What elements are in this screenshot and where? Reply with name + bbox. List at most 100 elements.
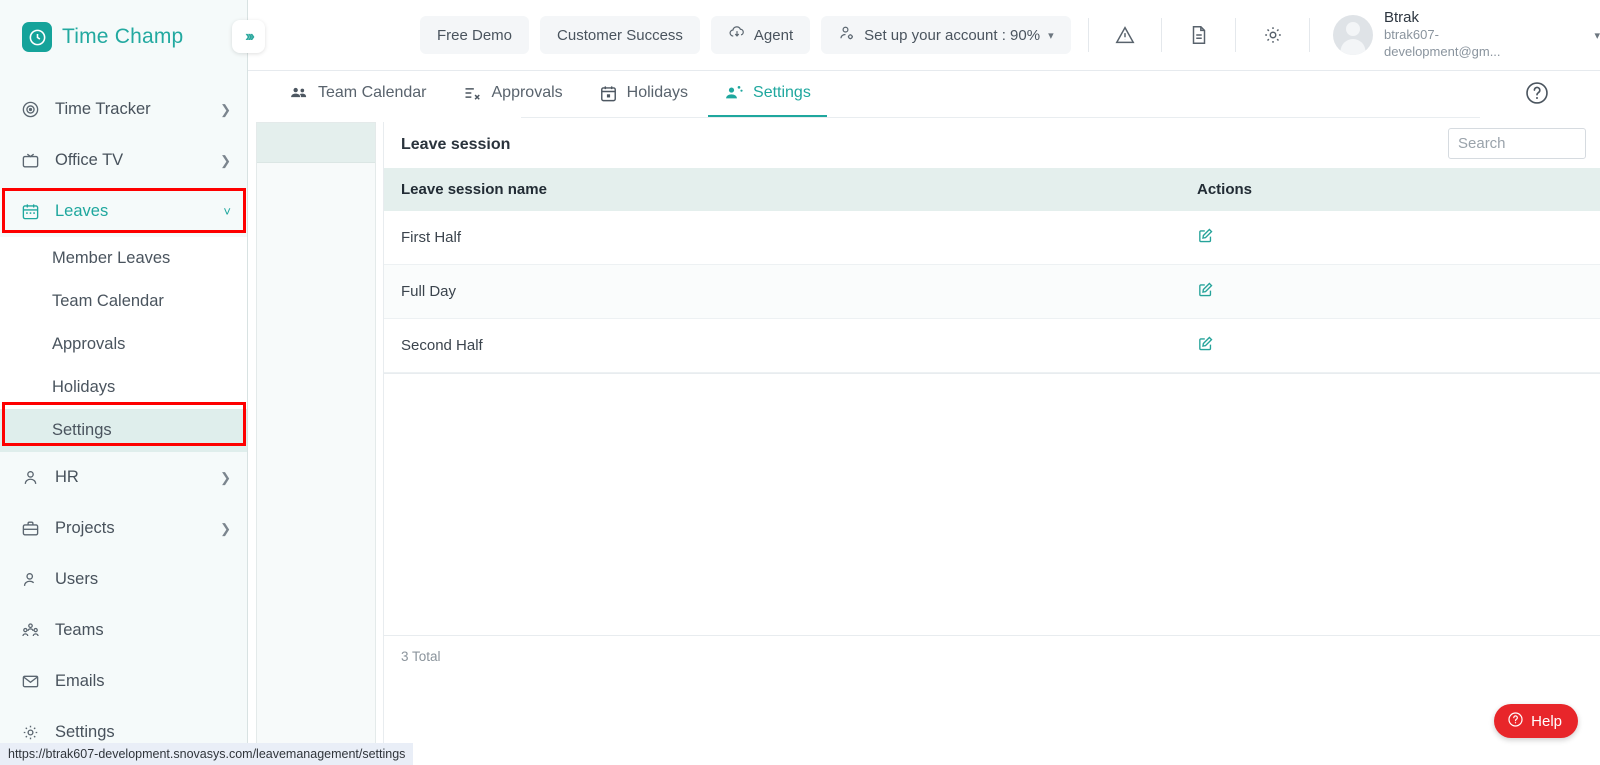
- team-icon: [20, 620, 41, 641]
- profile-menu[interactable]: Btrak btrak607-development@gm... ▾: [1327, 9, 1600, 62]
- document-icon[interactable]: [1179, 15, 1218, 55]
- table-body: First Half Full Day Second Half: [384, 211, 1600, 373]
- cell-leave-session-name: Second Half: [384, 318, 1180, 373]
- divider: [1235, 18, 1237, 52]
- user-settings-icon: [724, 83, 744, 103]
- clock-icon: [22, 22, 52, 52]
- setup-account-dropdown[interactable]: Set up your account : 90% ▾: [821, 16, 1071, 54]
- sidebar-subitem-label: Holidays: [52, 378, 116, 396]
- edit-icon[interactable]: [1197, 281, 1214, 298]
- sidebar-item-emails[interactable]: Emails: [0, 656, 247, 707]
- calendar-date-icon: [599, 84, 618, 103]
- sidebar-item-leaves[interactable]: Leaves ˅: [0, 186, 247, 237]
- table-header-row: Leave session name Actions: [384, 168, 1600, 211]
- sidebar-item-label: Time Tracker: [55, 100, 151, 118]
- sidebar-nav: Time Tracker ❯ Office TV ❯ Leaves ˅ Memb…: [0, 74, 247, 758]
- brand-name: Time Champ: [62, 25, 184, 48]
- sidebar-item-label: Leaves: [55, 202, 109, 220]
- agent-button[interactable]: Agent: [710, 16, 811, 54]
- tab-label: Approvals: [491, 84, 563, 101]
- table-row[interactable]: Second Half: [384, 318, 1600, 373]
- sidebar-subgroup-leaves: Member Leaves Team Calendar Approvals Ho…: [0, 237, 247, 452]
- free-demo-button[interactable]: Free Demo: [420, 16, 530, 54]
- tab-label: Settings: [753, 84, 811, 101]
- sidebar-subitem-team-calendar[interactable]: Team Calendar: [0, 280, 247, 323]
- approvals-icon: [463, 83, 483, 103]
- chevron-right-icon: ❯: [220, 152, 231, 168]
- tab-approvals[interactable]: Approvals: [447, 71, 579, 118]
- question-circle-icon[interactable]: [1524, 80, 1550, 106]
- cell-actions: [1180, 264, 1600, 319]
- sidebar-item-label: Teams: [55, 621, 104, 639]
- tabs-list: Team Calendar Approvals Holidays Setting…: [273, 71, 827, 118]
- chevron-down-icon: ▾: [1594, 29, 1600, 42]
- sidebar-item-projects[interactable]: Projects ❯: [0, 503, 247, 554]
- cell-actions: [1180, 211, 1600, 265]
- cell-actions: [1180, 318, 1600, 373]
- user-icon: [20, 569, 41, 590]
- card-header: Leave session: [384, 122, 1600, 168]
- customer-success-button[interactable]: Customer Success: [540, 16, 700, 54]
- sidebar-item-users[interactable]: Users: [0, 554, 247, 605]
- sidebar-item-teams[interactable]: Teams: [0, 605, 247, 656]
- profile-name: Btrak: [1384, 8, 1420, 26]
- agent-label: Agent: [753, 26, 794, 44]
- sidebar-subitem-approvals[interactable]: Approvals: [0, 323, 247, 366]
- sidebar-item-hr[interactable]: HR ❯: [0, 452, 247, 503]
- table-row[interactable]: Full Day: [384, 264, 1600, 319]
- person-icon: [20, 467, 41, 488]
- warning-triangle-icon[interactable]: [1106, 15, 1145, 55]
- target-icon: [20, 99, 41, 120]
- chevron-right-icon: ❯: [220, 101, 231, 117]
- tab-settings[interactable]: Settings: [708, 71, 827, 118]
- chevron-right-icon: ❯: [220, 469, 231, 485]
- tv-icon: [20, 150, 41, 171]
- sidebar-subitem-label: Settings: [52, 421, 112, 439]
- sidebar-subitem-settings[interactable]: Settings: [0, 409, 247, 452]
- question-circle-icon: [1507, 711, 1524, 732]
- brand-logo[interactable]: Time Champ: [0, 0, 247, 74]
- sidebar-subitem-member-leaves[interactable]: Member Leaves: [0, 237, 247, 280]
- divider: [1161, 18, 1163, 52]
- top-bar-actions: Free Demo Customer Success Agent Set up …: [420, 9, 1600, 62]
- tab-team-calendar[interactable]: Team Calendar: [273, 71, 443, 118]
- sidebar-item-time-tracker[interactable]: Time Tracker ❯: [0, 84, 247, 135]
- tab-holidays[interactable]: Holidays: [583, 71, 704, 118]
- help-button[interactable]: Help: [1494, 704, 1578, 738]
- free-demo-label: Free Demo: [437, 26, 513, 44]
- status-bar-url-text: https://btrak607-development.snovasys.co…: [8, 747, 406, 761]
- sidebar-item-office-tv[interactable]: Office TV ❯: [0, 135, 247, 186]
- gear-icon: [20, 722, 41, 743]
- table-head: Leave session name Actions: [384, 168, 1600, 211]
- table-wrapper: Leave session name Actions First Half Fu…: [384, 168, 1600, 374]
- people-icon: [289, 83, 309, 103]
- sidebar-subitem-label: Approvals: [52, 335, 126, 353]
- user-cog-icon: [838, 24, 856, 46]
- secondary-panel-header: [257, 123, 375, 163]
- sidebar-subitem-label: Member Leaves: [52, 249, 171, 267]
- column-header-actions: Actions: [1180, 168, 1600, 211]
- gear-icon[interactable]: [1253, 15, 1292, 55]
- search-input[interactable]: [1448, 128, 1586, 159]
- tabs-bar: Team Calendar Approvals Holidays Setting…: [248, 71, 1600, 118]
- sidebar-collapse-toggle[interactable]: ›››: [232, 20, 265, 53]
- table-footer: 3 Total: [384, 635, 1600, 677]
- edit-icon[interactable]: [1197, 335, 1214, 352]
- total-count-label: 3 Total: [401, 649, 441, 664]
- edit-icon[interactable]: [1197, 227, 1214, 244]
- briefcase-icon: [20, 518, 41, 539]
- top-bar: Free Demo Customer Success Agent Set up …: [248, 0, 1600, 71]
- table-row[interactable]: First Half: [384, 211, 1600, 265]
- profile-email: btrak607-development@gm...: [1384, 27, 1501, 60]
- avatar: [1333, 15, 1373, 55]
- chevron-down-icon: ˅: [223, 204, 231, 219]
- chevron-down-icon: ▾: [1048, 29, 1054, 42]
- customer-success-label: Customer Success: [557, 26, 683, 44]
- sidebar-item-label: Projects: [55, 519, 115, 537]
- cell-leave-session-name: Full Day: [384, 264, 1180, 319]
- sidebar-subitem-holidays[interactable]: Holidays: [0, 366, 247, 409]
- sidebar-subitem-label: Team Calendar: [52, 292, 164, 310]
- sidebar-item-label: HR: [55, 468, 79, 486]
- download-cloud-icon: [728, 24, 746, 46]
- cell-leave-session-name: First Half: [384, 211, 1180, 265]
